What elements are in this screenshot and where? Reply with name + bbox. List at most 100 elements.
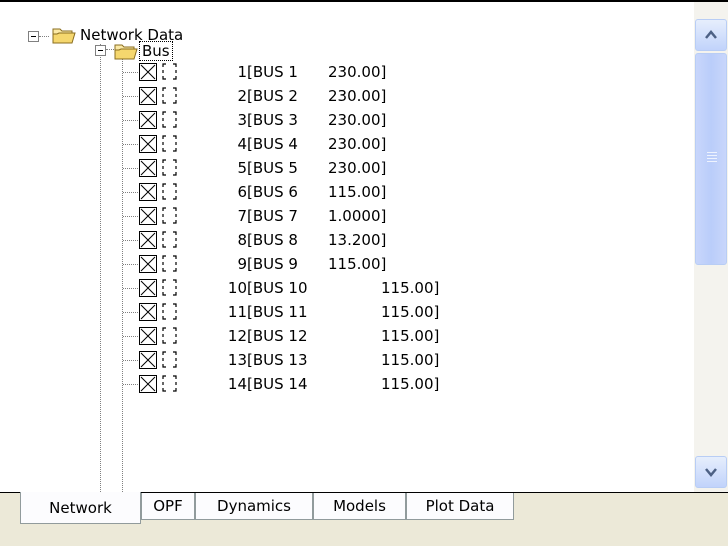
- bus-name: [BUS 6: [247, 183, 298, 201]
- checkbox-crossed-icon[interactable]: [139, 255, 157, 273]
- checkbox-crossed-icon[interactable]: [139, 351, 157, 369]
- tab-dynamics[interactable]: Dynamics: [195, 493, 313, 520]
- tree-connector: [106, 49, 114, 50]
- bus-voltage: 115.00]: [381, 279, 440, 297]
- arrow-down-icon: [705, 468, 717, 477]
- bus-row[interactable]: 4 [BUS 4 230.00]: [0, 132, 694, 155]
- tree-connector: [123, 72, 138, 73]
- bus-number: 10: [227, 279, 247, 297]
- bus-voltage: 115.00]: [328, 183, 387, 201]
- checkbox-crossed-icon[interactable]: [139, 135, 157, 153]
- bus-row[interactable]: 5 [BUS 5 230.00]: [0, 156, 694, 179]
- bus-row[interactable]: 7 [BUS 7 1.0000]: [0, 204, 694, 227]
- tree-connector: [123, 96, 138, 97]
- tree-connector: [123, 312, 138, 313]
- tree-connector: [123, 360, 138, 361]
- dashed-bracket-icon: [162, 87, 177, 105]
- bus-name: [BUS 11: [247, 303, 308, 321]
- bus-name: [BUS 13: [247, 351, 308, 369]
- bus-number: 14: [227, 375, 247, 393]
- collapse-minus-icon[interactable]: [28, 31, 39, 42]
- bus-row[interactable]: 14 [BUS 14 115.00]: [0, 372, 694, 395]
- checkbox-crossed-icon[interactable]: [139, 303, 157, 321]
- dashed-bracket-icon: [162, 207, 177, 225]
- bus-voltage: 115.00]: [381, 327, 440, 345]
- bus-number: 11: [227, 303, 247, 321]
- tree-connector: [123, 336, 138, 337]
- tree-connector: [123, 192, 138, 193]
- checkbox-crossed-icon[interactable]: [139, 375, 157, 393]
- bus-row[interactable]: 11 [BUS 11 115.00]: [0, 300, 694, 323]
- tree-connector: [123, 168, 138, 169]
- dashed-bracket-icon: [162, 135, 177, 153]
- checkbox-crossed-icon[interactable]: [139, 111, 157, 129]
- bus-voltage: 230.00]: [328, 159, 387, 177]
- bus-number: 4: [237, 135, 247, 153]
- bus-name: [BUS 9: [247, 255, 298, 273]
- bus-voltage: 1.0000]: [328, 207, 387, 225]
- checkbox-crossed-icon[interactable]: [139, 159, 157, 177]
- bus-folder-text: Bus: [139, 41, 173, 61]
- tree-connector: [123, 216, 138, 217]
- bus-row[interactable]: 9 [BUS 9 115.00]: [0, 252, 694, 275]
- checkbox-crossed-icon[interactable]: [139, 327, 157, 345]
- dashed-bracket-icon: [162, 159, 177, 177]
- network-tree[interactable]: Network Data Bus 1 [BUS 1 230.00] 2 [BUS 2 23…: [0, 2, 694, 492]
- bus-voltage: 115.00]: [381, 375, 440, 393]
- bus-name: [BUS 5: [247, 159, 298, 177]
- tab-opf[interactable]: OPF: [141, 493, 195, 520]
- bus-name: [BUS 3: [247, 111, 298, 129]
- dashed-bracket-icon: [162, 303, 177, 321]
- checkbox-crossed-icon[interactable]: [139, 183, 157, 201]
- checkbox-crossed-icon[interactable]: [139, 207, 157, 225]
- checkbox-crossed-icon[interactable]: [139, 63, 157, 81]
- bus-number: 7: [237, 207, 247, 225]
- dashed-bracket-icon: [162, 231, 177, 249]
- bus-row[interactable]: 2 [BUS 2 230.00]: [0, 84, 694, 107]
- tree-connector: [123, 384, 138, 385]
- scroll-up-button[interactable]: [695, 19, 727, 51]
- collapse-minus-icon[interactable]: [95, 45, 106, 56]
- bus-voltage: 115.00]: [381, 303, 440, 321]
- bus-name: [BUS 4: [247, 135, 298, 153]
- bus-row[interactable]: 6 [BUS 6 115.00]: [0, 180, 694, 203]
- bus-row[interactable]: 3 [BUS 3 230.00]: [0, 108, 694, 131]
- checkbox-crossed-icon[interactable]: [139, 87, 157, 105]
- vertical-scrollbar[interactable]: [694, 2, 728, 492]
- tree-connector: [123, 144, 138, 145]
- bus-voltage: 230.00]: [328, 135, 387, 153]
- bus-name: [BUS 8: [247, 231, 298, 249]
- tab-network[interactable]: Network: [20, 492, 141, 524]
- bus-number: 8: [237, 231, 247, 249]
- tree-connector: [39, 36, 49, 37]
- dashed-bracket-icon: [162, 183, 177, 201]
- bus-row[interactable]: 1 [BUS 1 230.00]: [0, 60, 694, 83]
- bus-voltage: 230.00]: [328, 111, 387, 129]
- bus-row[interactable]: 12 [BUS 12 115.00]: [0, 324, 694, 347]
- bus-number: 6: [237, 183, 247, 201]
- bus-name: [BUS 14: [247, 375, 308, 393]
- checkbox-crossed-icon[interactable]: [139, 279, 157, 297]
- dashed-bracket-icon: [162, 375, 177, 393]
- bus-row[interactable]: 10 [BUS 10 115.00]: [0, 276, 694, 299]
- dashed-bracket-icon: [162, 63, 177, 81]
- scroll-down-button[interactable]: [695, 456, 727, 488]
- dashed-bracket-icon: [162, 351, 177, 369]
- bus-voltage: 115.00]: [381, 351, 440, 369]
- dashed-bracket-icon: [162, 279, 177, 297]
- bus-row[interactable]: 13 [BUS 13 115.00]: [0, 348, 694, 371]
- tab-plot-data[interactable]: Plot Data: [406, 493, 514, 520]
- checkbox-crossed-icon[interactable]: [139, 231, 157, 249]
- bus-folder-label[interactable]: Bus: [139, 41, 173, 61]
- bus-name: [BUS 10: [247, 279, 308, 297]
- bus-number: 5: [237, 159, 247, 177]
- tree-connector: [123, 264, 138, 265]
- tree-panel: Network Data Bus 1 [BUS 1 230.00] 2 [BUS 2 23…: [0, 0, 728, 492]
- tab-models[interactable]: Models: [313, 493, 406, 520]
- bus-row[interactable]: 8 [BUS 8 13.200]: [0, 228, 694, 251]
- scrollbar-thumb[interactable]: [695, 53, 727, 265]
- bus-name: [BUS 1: [247, 63, 298, 81]
- tab-bar: Network OPF Dynamics Models Plot Data: [0, 492, 728, 546]
- bus-voltage: 230.00]: [328, 87, 387, 105]
- tree-connector: [123, 288, 138, 289]
